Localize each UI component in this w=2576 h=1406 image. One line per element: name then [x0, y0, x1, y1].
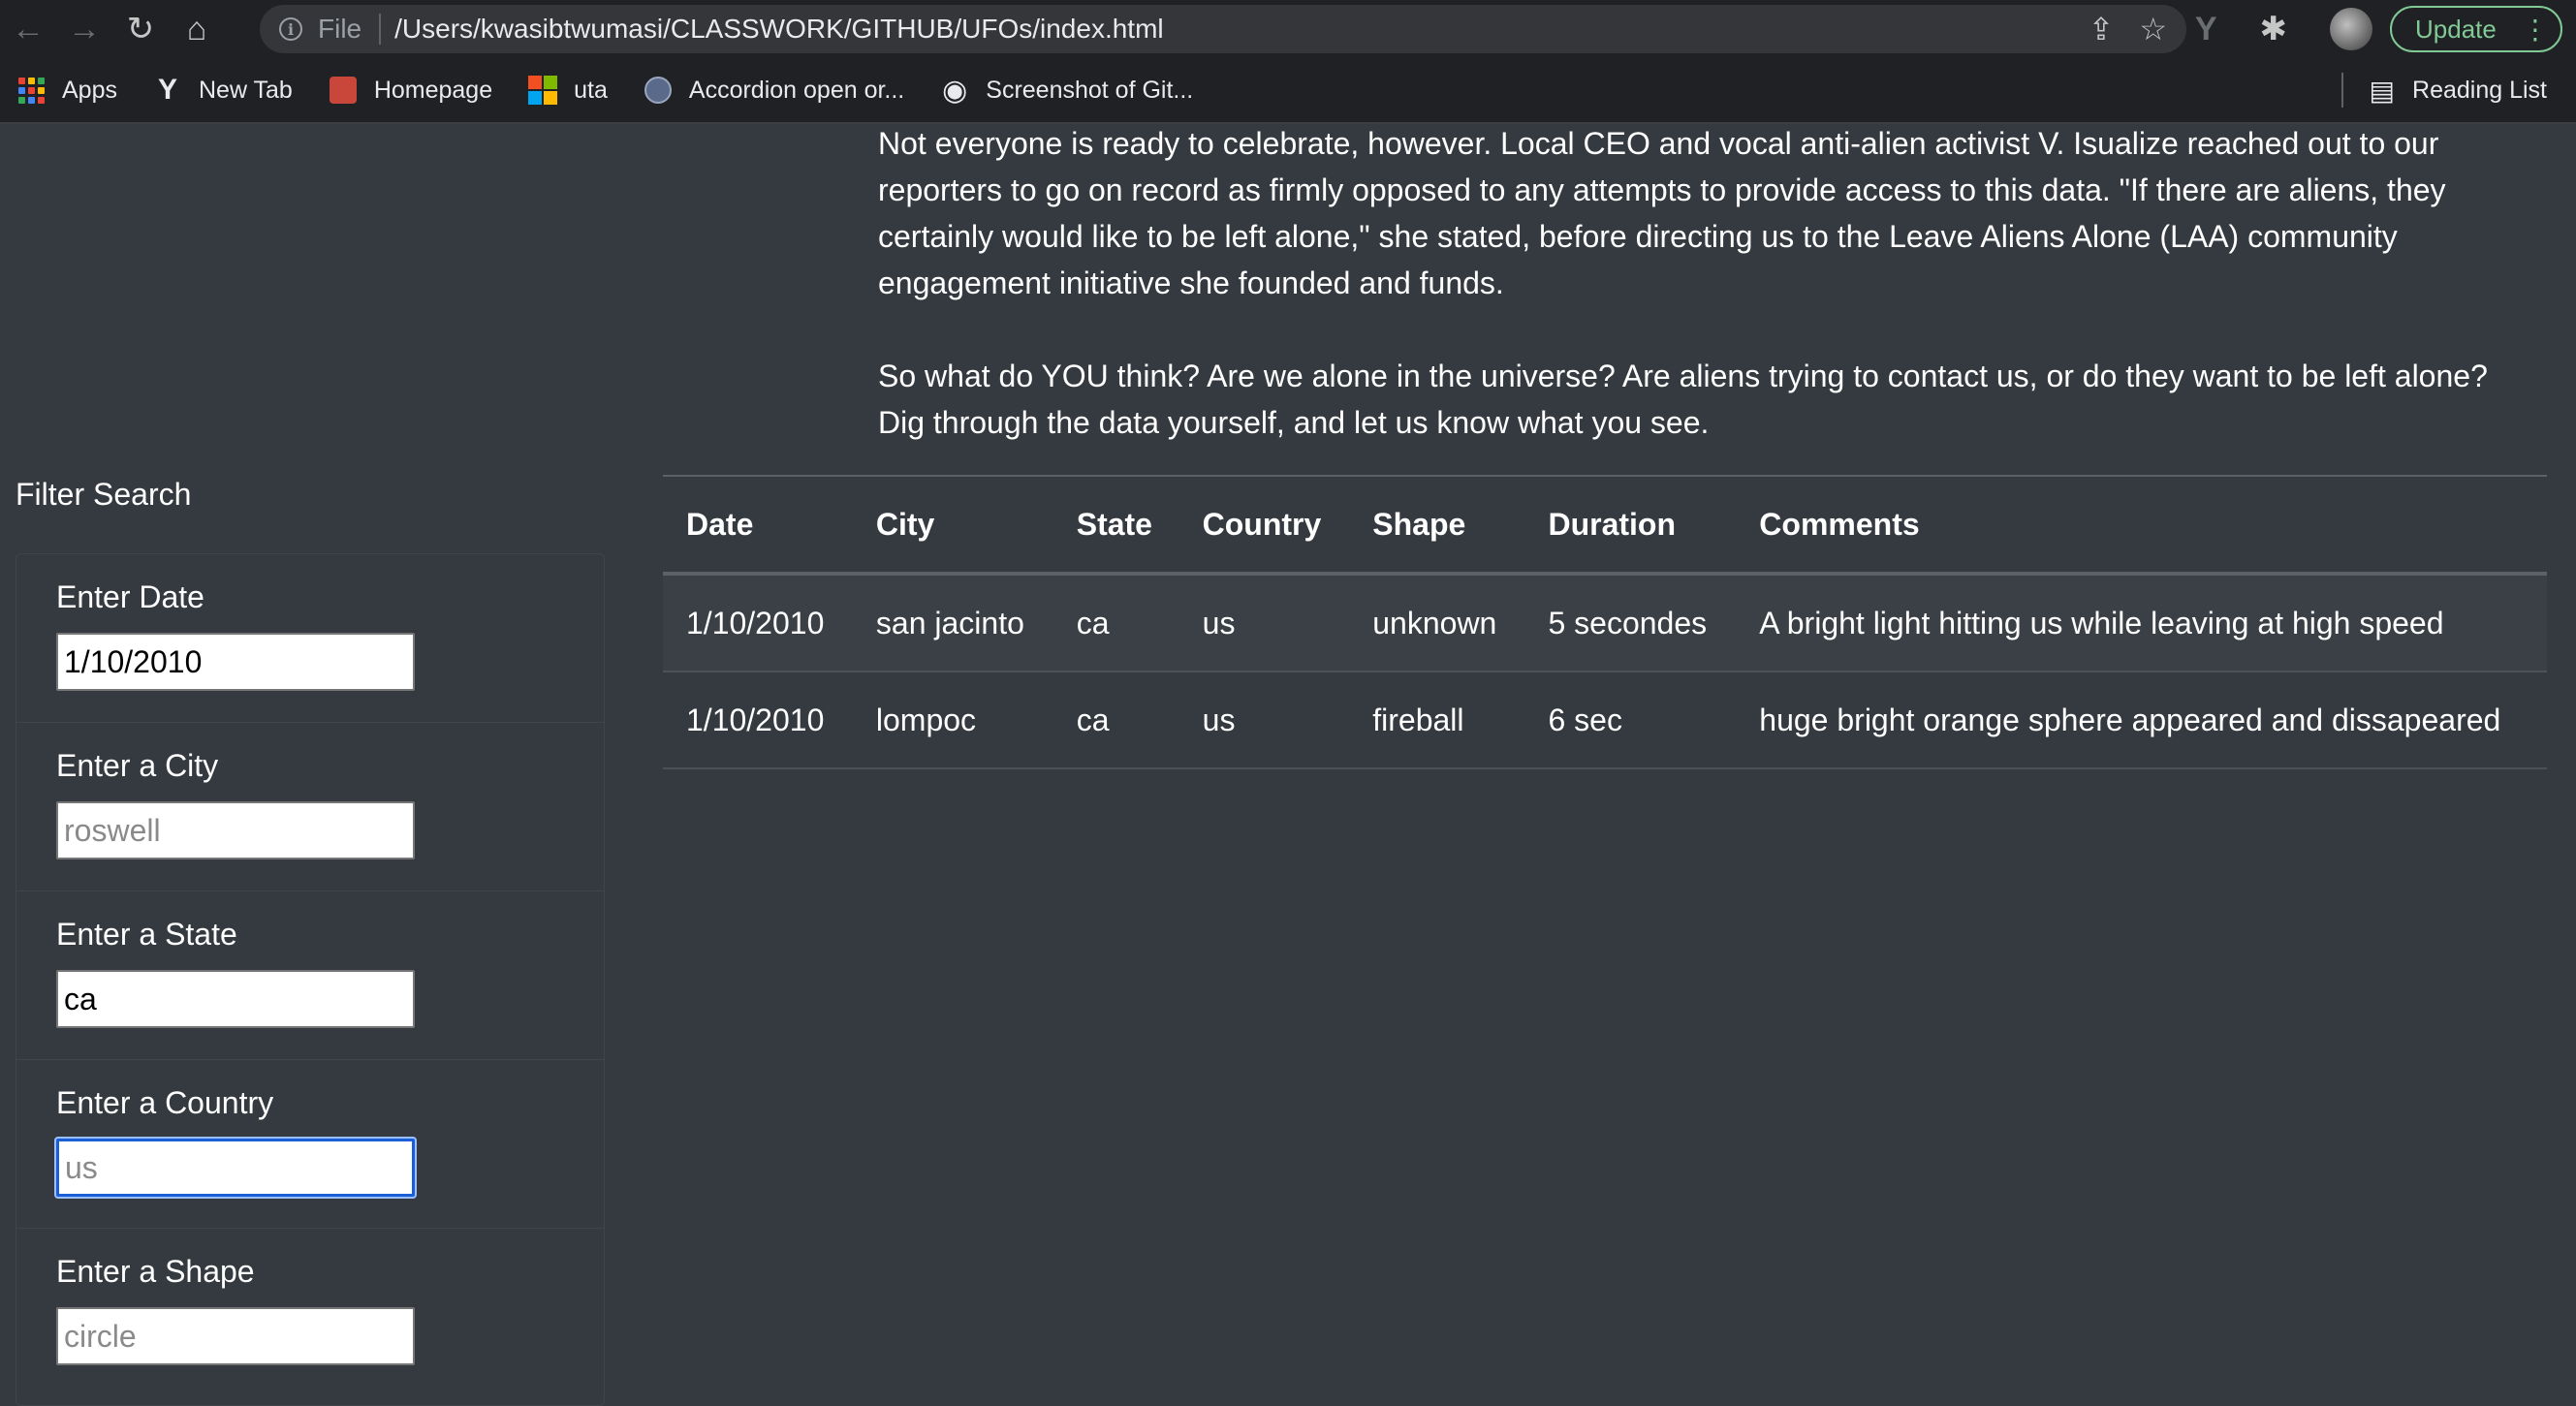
cell-country: us [1178, 672, 1350, 769]
article-text: Not everyone is ready to celebrate, howe… [878, 120, 2526, 492]
bookmark-label: Apps [62, 76, 117, 104]
bookmark-label: Accordion open or... [688, 76, 905, 104]
city-input[interactable] [56, 801, 415, 859]
bookmarks-divider [2341, 73, 2343, 108]
state-input[interactable] [56, 970, 415, 1028]
y-logo-icon: Y [157, 74, 177, 106]
apps-grid-icon [16, 75, 47, 106]
ufo-sightings-table: Date City State Country Shape Duration C… [663, 475, 2547, 769]
bookmark-star-icon[interactable]: ☆ [2139, 11, 2167, 47]
bookmark-new-tab[interactable]: Y New Tab [152, 74, 293, 106]
cell-state: ca [1052, 574, 1179, 672]
menu-dots-icon: ⋮ [2521, 14, 2549, 45]
cell-date: 1/10/2010 [663, 672, 853, 769]
cell-state: ca [1052, 672, 1179, 769]
bookmark-homepage[interactable]: Homepage [328, 75, 492, 106]
bookmark-screenshot[interactable]: ◉ Screenshot of Git... [939, 74, 1194, 107]
cell-city: lompoc [852, 672, 1053, 769]
header-city: City [852, 475, 1053, 576]
microsoft-logo-icon [527, 75, 558, 106]
filter-state: Enter a State [16, 891, 604, 1060]
address-bar[interactable]: i File /Users/kwasibtwumasi/CLASSWORK/GI… [260, 5, 2186, 53]
cell-comments: A bright light hitting us while leaving … [1736, 574, 2547, 672]
homepage-icon [328, 75, 359, 106]
y-extension-icon[interactable]: Y [2195, 11, 2217, 48]
reading-list-label: Reading List [2412, 76, 2547, 104]
scheme-label: File [318, 14, 362, 44]
article-paragraph: Not everyone is ready to celebrate, howe… [878, 126, 2446, 300]
filter-city: Enter a City [16, 723, 604, 891]
bookmark-label: Screenshot of Git... [986, 76, 1194, 104]
country-input[interactable] [56, 1139, 415, 1197]
update-button[interactable]: Update ⋮ [2390, 6, 2562, 52]
header-duration: Duration [1524, 475, 1737, 576]
country-label: Enter a Country [56, 1085, 274, 1120]
cell-comments: huge bright orange sphere appeared and d… [1736, 672, 2547, 769]
city-label: Enter a City [56, 748, 219, 783]
cell-duration: 5 secondes [1524, 574, 1737, 672]
extensions-puzzle-icon[interactable]: ✱ [2260, 10, 2288, 48]
url-text[interactable]: /Users/kwasibtwumasi/CLASSWORK/GITHUB/UF… [394, 14, 1164, 45]
bookmark-label: Homepage [373, 76, 493, 104]
shape-label: Enter a Shape [56, 1254, 255, 1289]
globe-icon: ◉ [942, 74, 968, 107]
date-label: Enter Date [56, 579, 204, 614]
bookmark-label: New Tab [198, 76, 293, 104]
bookmark-apps[interactable]: Apps [16, 75, 117, 106]
header-country: Country [1178, 475, 1350, 576]
home-icon[interactable]: ⌂ [169, 0, 225, 58]
bookmark-accordion[interactable]: Accordion open or... [643, 75, 904, 106]
bookmark-label: uta [574, 76, 608, 104]
cell-date: 1/10/2010 [663, 574, 853, 672]
back-arrow-icon[interactable]: ← [0, 0, 56, 58]
table-header-row: Date City State Country Shape Duration C… [663, 475, 2547, 576]
browser-toolbar: ← → ↻ ⌂ i File /Users/kwasibtwumasi/CLAS… [0, 0, 2576, 58]
header-comments: Comments [1736, 475, 2547, 576]
cell-shape: fireball [1349, 672, 1525, 769]
filter-country: Enter a Country [16, 1060, 604, 1229]
header-state: State [1052, 475, 1179, 576]
filter-search-title: Filter Search [16, 477, 192, 512]
reading-list-icon: ▤ [2369, 75, 2396, 106]
update-label: Update [2415, 14, 2497, 44]
filter-date: Enter Date [16, 554, 604, 723]
date-input[interactable] [56, 633, 415, 691]
filter-panel: Enter Date Enter a City Enter a State En… [16, 553, 605, 1406]
bookmarks-bar: Apps Y New Tab Homepage uta Accordion op… [0, 58, 2576, 124]
shape-input[interactable] [56, 1307, 415, 1365]
reload-icon[interactable]: ↻ [112, 0, 169, 58]
filter-shape: Enter a Shape [16, 1229, 604, 1397]
forward-arrow-icon[interactable]: → [56, 0, 112, 58]
cell-shape: unknown [1349, 574, 1525, 672]
seal-icon [643, 75, 674, 106]
state-label: Enter a State [56, 917, 237, 952]
header-shape: Shape [1349, 475, 1525, 576]
table-row: 1/10/2010 san jacinto ca us unknown 5 se… [663, 574, 2547, 672]
reading-list-button[interactable]: ▤ Reading List [2370, 75, 2547, 107]
address-divider [379, 14, 382, 45]
cell-country: us [1178, 574, 1350, 672]
profile-avatar[interactable] [2330, 8, 2372, 50]
cell-duration: 6 sec [1524, 672, 1737, 769]
table-row: 1/10/2010 lompoc ca us fireball 6 sec hu… [663, 672, 2547, 769]
header-date: Date [663, 475, 853, 576]
info-icon[interactable]: i [279, 17, 302, 41]
cell-city: san jacinto [852, 574, 1053, 672]
share-icon[interactable]: ⇪ [2089, 11, 2115, 47]
bookmark-uta[interactable]: uta [527, 75, 608, 106]
article-paragraph: So what do YOU think? Are we alone in th… [878, 359, 2488, 440]
